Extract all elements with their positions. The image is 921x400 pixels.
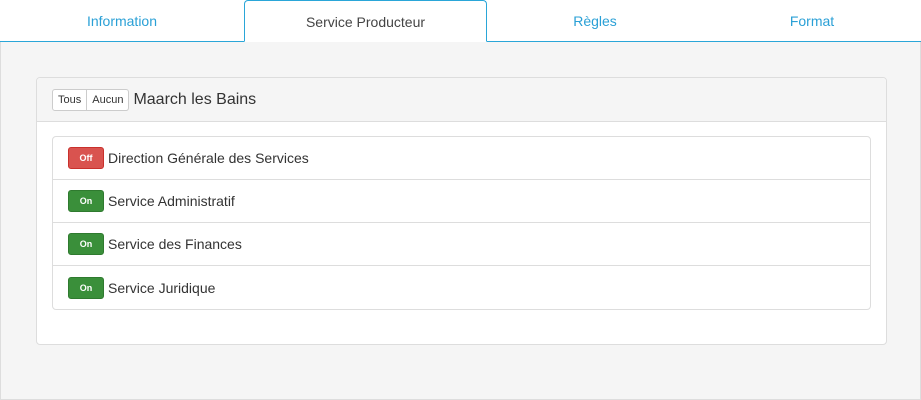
list-item: On Service Administratif <box>53 180 870 223</box>
tab-format[interactable]: Format <box>703 0 921 42</box>
service-label: Service des Finances <box>108 236 242 252</box>
list-item: On Service des Finances <box>53 223 870 266</box>
tab-information[interactable]: Information <box>0 0 244 42</box>
organization-title: Maarch les Bains <box>133 90 257 108</box>
toggle-switch[interactable]: On <box>68 276 104 299</box>
service-label: Service Juridique <box>108 279 216 296</box>
organization-panel: Tous Aucun Maarch les Bains Off Directio… <box>36 77 887 345</box>
tab-service-producteur[interactable]: Service Producteur <box>244 0 487 42</box>
service-list: Off Direction Générale des Services On S… <box>52 136 871 310</box>
tab-regles[interactable]: Règles <box>487 0 703 42</box>
toggle-switch[interactable]: On <box>68 190 104 212</box>
select-all-button[interactable]: Tous <box>52 88 88 111</box>
toggle-switch[interactable]: Off <box>68 147 104 169</box>
tab-bar: Information Service Producteur Règles Fo… <box>0 0 921 42</box>
list-item: On Service Juridique <box>53 266 870 309</box>
list-item: Off Direction Générale des Services <box>53 137 870 180</box>
service-label: Direction Générale des Services <box>108 150 309 166</box>
select-button-group: Tous Aucun <box>52 88 130 111</box>
service-label: Service Administratif <box>108 193 235 209</box>
tab-content: Tous Aucun Maarch les Bains Off Directio… <box>0 42 921 400</box>
toggle-switch[interactable]: On <box>68 233 104 255</box>
panel-heading: Tous Aucun Maarch les Bains <box>37 78 886 122</box>
select-none-button[interactable]: Aucun <box>87 88 130 111</box>
